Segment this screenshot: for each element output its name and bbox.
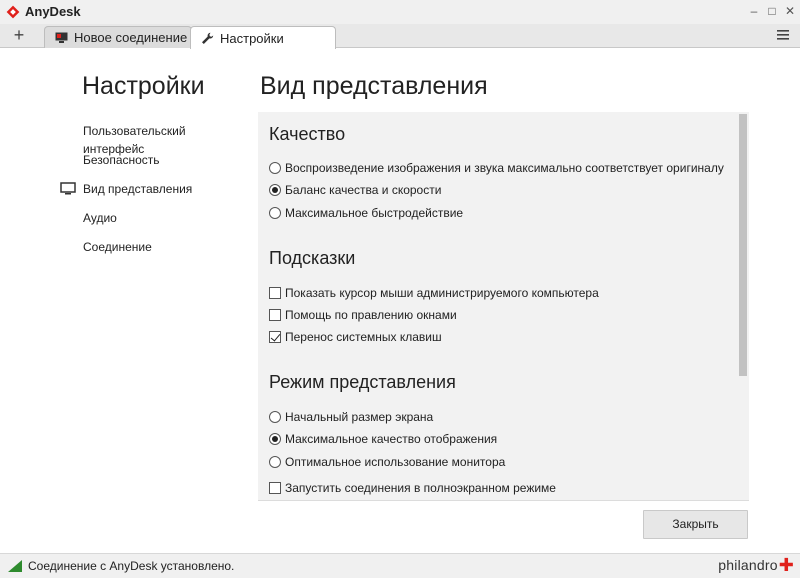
settings-title: Настройки — [82, 72, 205, 100]
brand-plus-icon: ✚ — [778, 555, 794, 575]
tab-bar: + Новое соединение Настройки — [0, 24, 800, 49]
view-option-fullscreen[interactable]: Запустить соединения в полноэкранном реж… — [269, 480, 556, 496]
quality-option-balance[interactable]: Баланс качества и скорости — [269, 182, 441, 198]
nav-item-connection[interactable]: Соединение — [60, 238, 250, 267]
settings-page: Настройки Вид представления Пользователь… — [0, 48, 800, 553]
nav-item-label: Вид представления — [83, 182, 193, 196]
tab-new-connection[interactable]: Новое соединение — [44, 26, 192, 48]
brand-name: philandro — [718, 557, 778, 573]
vertical-scrollbar[interactable] — [739, 114, 747, 497]
checkbox[interactable] — [269, 331, 281, 343]
app-title: AnyDesk — [25, 4, 81, 19]
hints-option-cursor[interactable]: Показать курсор мыши администрируемого к… — [269, 285, 599, 301]
philandro-logo: philandro ✚ — [718, 555, 794, 575]
option-label: Помощь по правлению окнами — [285, 308, 457, 322]
checkbox[interactable] — [269, 287, 281, 299]
hints-option-system-keys[interactable]: Перенос системных клавиш — [269, 329, 442, 345]
tab-label: Настройки — [220, 30, 284, 46]
close-window-button[interactable]: ✕ — [780, 2, 800, 20]
option-label: Запустить соединения в полноэкранном реж… — [285, 481, 556, 495]
anydesk-logo-icon — [6, 5, 20, 19]
minimize-button[interactable]: – — [744, 2, 764, 20]
radio-button[interactable] — [269, 207, 281, 219]
status-bar: Соединение с AnyDesk установлено. philan… — [0, 553, 800, 578]
quality-option-original[interactable]: Воспроизведение изображения и звука макс… — [269, 160, 724, 176]
close-settings-button[interactable]: Закрыть — [643, 510, 748, 539]
radio-button[interactable] — [269, 184, 281, 196]
add-tab-button[interactable]: + — [8, 24, 30, 48]
scrollbar-thumb[interactable] — [739, 114, 747, 376]
quality-group-title: Качество — [269, 124, 346, 144]
checkbox[interactable] — [269, 309, 281, 321]
option-label: Оптимальное использование монитора — [285, 455, 506, 469]
radio-button[interactable] — [269, 456, 281, 468]
hints-option-window-help[interactable]: Помощь по правлению окнами — [269, 307, 457, 323]
option-label: Перенос системных клавиш — [285, 330, 442, 344]
tab-settings[interactable]: Настройки — [190, 26, 336, 49]
view-option-optimal-monitor[interactable]: Оптимальное использование монитора — [269, 454, 505, 470]
nav-item-audio[interactable]: Аудио — [60, 209, 250, 238]
option-label: Показать курсор мыши администрируемого к… — [285, 286, 599, 300]
option-label: Баланс качества и скорости — [285, 183, 442, 197]
view-option-best-quality[interactable]: Максимальное качество отображения — [269, 431, 497, 447]
monitor-icon — [60, 182, 76, 195]
option-label: Максимальное быстродействие — [285, 206, 464, 220]
nav-item-security[interactable]: Безопасность — [60, 151, 250, 180]
nav-item-label: Безопасность — [83, 153, 160, 167]
view-option-initial-size[interactable]: Начальный размер экрана — [269, 409, 433, 425]
nav-item-label: Аудио — [83, 211, 117, 225]
connection-status-icon — [8, 560, 22, 572]
status-text: Соединение с AnyDesk установлено. — [28, 559, 235, 573]
hints-group-title: Подсказки — [269, 248, 356, 268]
checkbox[interactable] — [269, 482, 281, 494]
nav-item-display[interactable]: Вид представления — [60, 180, 250, 209]
section-title: Вид представления — [260, 72, 488, 100]
view-mode-group-title: Режим представления — [269, 372, 456, 392]
title-bar: AnyDesk – □ ✕ — [0, 0, 800, 24]
option-label: Начальный размер экрана — [285, 410, 434, 424]
hamburger-menu-icon[interactable] — [776, 28, 790, 42]
wrench-icon — [201, 32, 214, 45]
nav-item-interface[interactable]: Пользовательский интерфейс — [60, 122, 250, 156]
option-label: Воспроизведение изображения и звука макс… — [285, 161, 724, 175]
tab-label: Новое соединение — [74, 30, 188, 45]
settings-panel: Качество Воспроизведение изображения и з… — [258, 112, 749, 501]
radio-button[interactable] — [269, 411, 281, 423]
radio-button[interactable] — [269, 162, 281, 174]
quality-option-speed[interactable]: Максимальное быстродействие — [269, 205, 463, 221]
option-label: Максимальное качество отображения — [285, 432, 498, 446]
radio-button[interactable] — [269, 433, 281, 445]
settings-nav: Пользовательский интерфейс Безопасность … — [60, 122, 250, 267]
monitor-icon — [55, 32, 68, 44]
nav-item-label: Соединение — [83, 240, 152, 254]
maximize-button[interactable]: □ — [762, 2, 782, 20]
